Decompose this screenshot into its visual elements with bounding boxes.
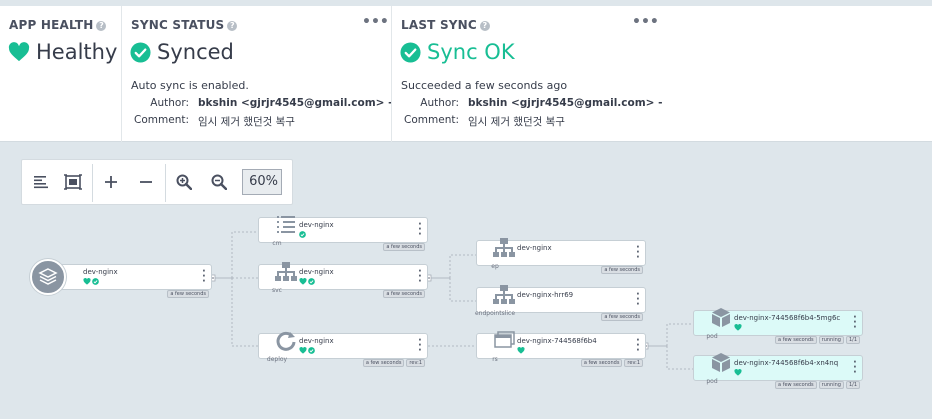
node-menu-icon[interactable]: · · ·	[636, 290, 640, 310]
node-status	[299, 278, 315, 285]
node-status	[299, 347, 315, 354]
resource-node-endpointslice[interactable]: endpointslice dev-nginx-hrr69 · · · a few …	[475, 285, 646, 321]
resource-node-ep[interactable]: ep dev-nginx · · · a few seconds	[476, 238, 646, 274]
heart-icon	[517, 347, 525, 354]
node-menu-icon[interactable]: · · ·	[202, 267, 206, 287]
resource-node-deploy[interactable]: deploy dev-nginx · · · a few seconds rev:1	[258, 331, 428, 367]
revision-tag: rev:1	[406, 359, 425, 367]
resource-node-rs[interactable]: rs dev-nginx-744568f6b4 · · · a few second…	[476, 331, 646, 367]
heart-icon	[299, 278, 307, 285]
node-menu-icon[interactable]: · · ·	[418, 267, 422, 287]
age-tag: a few seconds	[601, 313, 643, 321]
resource-node-pod[interactable]: pod dev-nginx-744568f6b4-5mg6c · · · a few…	[693, 308, 863, 344]
heart-icon	[734, 324, 742, 331]
app-node[interactable]: dev-nginx · · · a few seconds	[42, 264, 212, 298]
state-tag: running	[818, 381, 844, 389]
node-status	[83, 278, 99, 285]
age-tag: a few seconds	[580, 359, 623, 367]
age-tag: a few seconds	[775, 336, 817, 344]
age-tag: a few seconds	[383, 290, 425, 298]
node-menu-icon[interactable]: · · ·	[853, 358, 857, 378]
ready-tag: 1/1	[845, 381, 860, 389]
node-menu-icon[interactable]: · · ·	[418, 220, 422, 240]
node-status	[517, 347, 525, 354]
age-tag: a few seconds	[775, 381, 817, 389]
check-circle-icon	[299, 231, 306, 238]
ready-tag: 1/1	[845, 336, 860, 344]
age-tag: a few seconds	[601, 266, 643, 274]
heart-icon	[734, 369, 742, 376]
node-status	[734, 369, 742, 376]
node-status	[299, 231, 306, 238]
check-circle-icon	[92, 278, 99, 285]
check-circle-icon	[308, 347, 315, 354]
resource-node-svc[interactable]: svc dev-nginx · · · a few seconds	[258, 262, 428, 298]
node-menu-icon[interactable]: · · ·	[418, 336, 422, 356]
heart-icon	[83, 278, 91, 285]
node-menu-icon[interactable]: · · ·	[853, 313, 857, 333]
node-menu-icon[interactable]: · · ·	[636, 243, 640, 263]
check-circle-icon	[308, 278, 315, 285]
age-tag: a few seconds	[167, 290, 209, 298]
resource-node-pod[interactable]: pod dev-nginx-744568f6b4-xn4nq · · · a few…	[693, 353, 863, 389]
age-tag: a few seconds	[362, 359, 405, 367]
app-icon	[30, 259, 66, 295]
node-menu-icon[interactable]: · · ·	[636, 336, 640, 356]
node-status	[734, 324, 742, 331]
heart-icon	[299, 347, 307, 354]
resource-node-cm[interactable]: cm dev-nginx · · · a few seconds	[258, 216, 428, 251]
app-node-name: dev-nginx	[83, 268, 118, 276]
state-tag: running	[818, 336, 844, 344]
revision-tag: rev:1	[624, 359, 643, 367]
age-tag: a few seconds	[383, 243, 425, 251]
